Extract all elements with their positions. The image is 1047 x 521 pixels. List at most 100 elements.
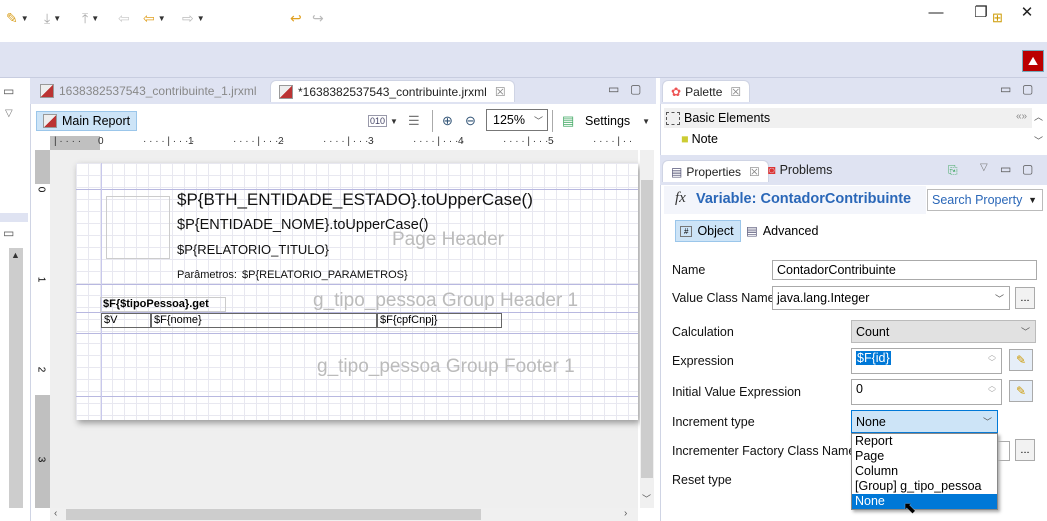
page-header-label: Page Header — [392, 229, 504, 250]
initial-value-label: Initial Value Expression — [672, 385, 802, 399]
expression-editor-button[interactable]: ✎ — [1009, 349, 1033, 371]
close-tab-icon[interactable]: ☒ — [495, 85, 506, 99]
horizontal-ruler: | · · · · 0 · · · · | · · · · 1 · · · · … — [50, 136, 638, 150]
group-header-label: g_tipo_pessoa Group Header 1 — [313, 290, 579, 311]
left-scrollbar[interactable] — [9, 248, 23, 508]
close-button[interactable]: ✕ — [1004, 0, 1047, 24]
tab-object[interactable]: # Object — [675, 220, 741, 242]
minimize-button[interactable]: — — [913, 0, 959, 24]
value-class-browse-button[interactable]: ... — [1015, 287, 1035, 309]
properties-header: Variable: ContadorContribuinte — [696, 191, 912, 207]
mouse-cursor-icon: ⬉ — [903, 500, 917, 517]
editor-vertical-scrollbar[interactable]: ﹀ — [640, 150, 654, 508]
incrementer-factory-input[interactable] — [998, 441, 1010, 461]
tab-problems[interactable]: ◙ Problems — [768, 163, 832, 177]
palette-icon: ✿ — [671, 84, 682, 99]
value-class-label: Value Class Name — [672, 291, 775, 305]
tab-advanced[interactable]: ▤ Advanced — [746, 223, 818, 239]
tab-contribuinte[interactable]: *1638382537543_contribuinte.jrxml ☒ — [270, 80, 515, 102]
redo-icon[interactable]: ↪ — [312, 8, 324, 28]
properties-icon: ▤ — [671, 164, 683, 179]
step-out-icon[interactable]: ⤒ ▼ — [82, 8, 99, 28]
value-class-select[interactable]: java.lang.Integer ﹀ — [772, 286, 1010, 310]
palette-section-basic[interactable]: Basic Elements — [664, 108, 1032, 128]
editor-horizontal-scrollbar[interactable]: ‹ › — [50, 508, 638, 521]
close-tab-icon[interactable]: ☒ — [730, 85, 741, 99]
incrementer-factory-label: Incrementer Factory Class Name — [672, 444, 856, 458]
estado-field[interactable]: $P{BTH_ENTIDADE_ESTADO}.toUpperCase() — [177, 190, 533, 210]
increment-type-label: Increment type — [672, 415, 755, 429]
main-report-breadcrumb[interactable]: Main Report — [36, 111, 138, 131]
name-input[interactable]: ContadorContribuinte — [772, 260, 1037, 280]
zoom-out-icon[interactable]: ⊖ — [465, 111, 476, 131]
increment-type-dropdown: Report Page Column [Group] g_tipo_pessoa… — [851, 433, 998, 510]
group-footer-label: g_tipo_pessoa Group Footer 1 — [317, 356, 575, 377]
initial-value-editor-button[interactable]: ✎ — [1009, 380, 1033, 402]
minimize-view-icon[interactable]: ▭ — [1000, 82, 1011, 96]
collapse-icon[interactable]: «» — [1016, 111, 1027, 122]
back-history-icon[interactable]: ⇦ — [118, 8, 130, 28]
main-toolbar — [0, 42, 1047, 78]
search-property-input[interactable]: Search Property ▼ — [927, 189, 1043, 211]
vertical-ruler: 0 1 2 3 — [35, 150, 50, 508]
palette-item-note[interactable]: ■ Note — [681, 132, 718, 146]
reset-type-label: Reset type — [672, 473, 732, 487]
nome-field[interactable]: $F{nome} — [151, 313, 377, 328]
count-variable-field[interactable]: $V — [101, 313, 151, 328]
increment-option-group[interactable]: [Group] g_tipo_pessoa — [852, 479, 997, 494]
increment-option-none[interactable]: None — [852, 494, 997, 509]
tab-properties[interactable]: ▤ Properties ☒ — [662, 160, 769, 182]
open-perspective-icon[interactable]: ⊞ — [992, 8, 1003, 28]
brush-icon[interactable]: ✎ ▼ — [6, 8, 29, 28]
scroll-down-icon[interactable]: ﹀ — [1034, 134, 1043, 147]
scroll-up-icon[interactable]: ▲ — [11, 250, 20, 260]
maximize-icon[interactable]: ▭ — [3, 84, 14, 98]
expression-input[interactable]: $F{id} ︿ ﹀ — [851, 348, 1002, 374]
settings-button[interactable]: Settings ▼ — [585, 111, 650, 131]
minimize-view-icon[interactable]: ▭ — [1000, 162, 1011, 176]
pin-icon[interactable]: ⎘ — [948, 163, 958, 178]
tipo-pessoa-field[interactable]: $F{$tipoPessoa}.get — [100, 297, 226, 312]
increment-option-column[interactable]: Column — [852, 464, 997, 479]
zoom-select[interactable]: 125% ﹀ — [486, 109, 548, 131]
maximize-view-icon[interactable]: ▢ — [1022, 162, 1033, 176]
note-icon: ■ — [681, 132, 689, 146]
parametros-field[interactable]: $P{RELATORIO_PARAMETROS} — [242, 269, 408, 281]
undo-icon[interactable]: ↩ — [290, 8, 302, 28]
report-file-icon — [40, 84, 54, 98]
view-menu-icon[interactable]: ▽ — [980, 162, 988, 173]
settings-icon[interactable]: ▤ — [562, 111, 574, 131]
scroll-up-icon[interactable]: ︿ — [1034, 110, 1043, 123]
xml-view-icon[interactable]: 010 ▼ — [368, 111, 398, 131]
increment-option-report[interactable]: Report — [852, 434, 997, 449]
report-file-icon — [279, 84, 293, 99]
calculation-label: Calculation — [672, 325, 734, 339]
zoom-in-icon[interactable]: ⊕ — [442, 111, 453, 131]
close-tab-icon[interactable]: ☒ — [749, 165, 760, 179]
parametros-label[interactable]: Parâmetros: — [177, 269, 237, 281]
minimize-view-icon[interactable]: ▭ — [608, 82, 619, 96]
maximize-view-icon[interactable]: ▢ — [630, 82, 641, 96]
maximize-view-icon[interactable]: ▢ — [1022, 82, 1033, 96]
band-icon[interactable]: ☰ — [408, 111, 420, 131]
initial-value-input[interactable]: 0 ︿ ﹀ — [851, 379, 1002, 405]
maximize-icon[interactable]: ▭ — [3, 226, 14, 240]
increment-type-select[interactable]: None ﹀ — [851, 410, 998, 433]
jaspersoft-perspective-icon[interactable]: ⛰ — [1022, 50, 1044, 72]
problems-icon: ◙ — [768, 163, 776, 177]
tab-palette[interactable]: ✿ Palette ☒ — [662, 80, 751, 102]
cpf-cnpj-field[interactable]: $F{cpfCnpj} — [377, 313, 502, 328]
calculation-select[interactable]: Count ﹀ — [851, 320, 1036, 343]
entidade-nome-field[interactable]: $P{ENTIDADE_NOME}.toUpperCase() — [177, 217, 428, 233]
increment-option-page[interactable]: Page — [852, 449, 997, 464]
incrementer-browse-button[interactable]: ... — [1015, 439, 1035, 461]
name-label: Name — [672, 263, 706, 277]
relatorio-titulo-field[interactable]: $P{RELATORIO_TITULO} — [177, 242, 329, 257]
view-menu-icon[interactable]: ▽ — [5, 108, 13, 119]
step-into-icon[interactable]: ⤓ ▼ — [44, 8, 61, 28]
expression-label: Expression — [672, 354, 734, 368]
logo-image-placeholder[interactable] — [106, 196, 170, 259]
back-icon[interactable]: ⇦ ▼ — [143, 8, 166, 28]
tab-contribuinte-1[interactable]: 1638382537543_contribuinte_1.jrxml — [32, 80, 264, 102]
forward-icon[interactable]: ⇨ ▼ — [182, 8, 205, 28]
